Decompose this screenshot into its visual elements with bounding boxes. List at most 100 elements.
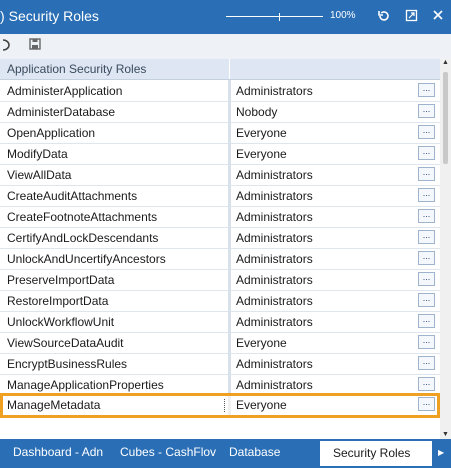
role-name: CreateFootnoteAttachments — [7, 210, 158, 224]
table-row[interactable]: CreateFootnoteAttachments Administrators.… — [0, 206, 440, 228]
role-value[interactable]: Administrators — [236, 210, 313, 224]
role-name: UnlockWorkflowUnit — [7, 315, 115, 329]
role-value[interactable]: Administrators — [236, 168, 313, 182]
restore-icon[interactable] — [403, 9, 419, 25]
role-value[interactable]: Everyone — [236, 398, 287, 412]
table-row[interactable]: ViewAllData Administrators... — [0, 164, 440, 186]
tab-bar: Security Roles Database Cubes - CashFlov Da… — [0, 439, 451, 468]
ellipsis-button[interactable]: ... — [418, 272, 435, 286]
role-name: CreateAuditAttachments — [7, 189, 138, 203]
tab-scroll-right-icon[interactable]: ▶ — [438, 448, 444, 457]
role-value[interactable]: Administrators — [236, 273, 313, 287]
role-value[interactable]: Nobody — [236, 105, 277, 119]
column-separator — [228, 311, 231, 332]
role-name: UnlockAndUncertifyAncestors — [7, 252, 166, 266]
role-name: PreserveImportData — [7, 273, 115, 287]
scroll-down-arrow-icon[interactable]: ▼ — [442, 431, 449, 438]
tab-3[interactable]: Security Roles — [320, 441, 432, 466]
role-value[interactable]: Administrators — [236, 252, 313, 266]
column-separator — [228, 101, 231, 122]
role-value[interactable]: Administrators — [236, 378, 313, 392]
table-row[interactable]: AdministerApplication Administrators... — [0, 80, 440, 102]
zoom-slider[interactable] — [226, 16, 323, 17]
role-name: OpenApplication — [7, 126, 96, 140]
ellipsis-button[interactable]: ... — [418, 83, 435, 97]
role-value[interactable]: Everyone — [236, 336, 287, 350]
table-row[interactable]: ViewSourceDataAudit Everyone... — [0, 332, 440, 354]
ellipsis-button[interactable]: ... — [418, 397, 435, 411]
vertical-scrollbar[interactable]: ▲ ▼ — [440, 59, 451, 439]
column-separator — [228, 353, 231, 374]
tab-2[interactable]: Database — [229, 445, 280, 459]
ellipsis-button[interactable]: ... — [418, 209, 435, 223]
role-name: ViewAllData — [7, 168, 72, 182]
table-row[interactable]: UnlockAndUncertifyAncestors Administrator… — [0, 248, 440, 270]
zoom-level: 100% — [330, 10, 356, 21]
role-name: CertifyAndLockDescendants — [7, 231, 159, 245]
ellipsis-button[interactable]: ... — [418, 125, 435, 139]
scroll-up-arrow-icon[interactable]: ▲ — [442, 59, 449, 66]
table-row-selected[interactable]: ManageMetadata Everyone... — [0, 393, 440, 418]
close-icon[interactable] — [430, 9, 446, 25]
role-value[interactable]: Administrators — [236, 294, 313, 308]
ellipsis-button[interactable]: ... — [418, 230, 435, 244]
ellipsis-button[interactable]: ... — [418, 251, 435, 265]
toolbar — [0, 34, 451, 60]
column-header-roles: Application Security Roles — [7, 62, 147, 76]
role-name: ManageMetadata — [7, 398, 101, 412]
role-value[interactable]: Everyone — [236, 126, 287, 140]
role-value[interactable]: Administrators — [236, 84, 313, 98]
column-separator — [228, 396, 231, 415]
ellipsis-button[interactable]: ... — [418, 335, 435, 349]
role-value[interactable]: Administrators — [236, 231, 313, 245]
column-separator — [228, 248, 231, 269]
table-row[interactable]: CreateAuditAttachments Administrators... — [0, 185, 440, 207]
ellipsis-button[interactable]: ... — [418, 314, 435, 328]
table-row[interactable]: ModifyData Everyone... — [0, 143, 440, 165]
role-name: ViewSourceDataAudit — [7, 336, 124, 350]
refresh-icon[interactable] — [376, 9, 392, 25]
ellipsis-button[interactable]: ... — [418, 188, 435, 202]
column-separator — [228, 269, 231, 290]
column-separator — [229, 59, 230, 79]
ellipsis-button[interactable]: ... — [418, 356, 435, 370]
table-row[interactable]: UnlockWorkflowUnit Administrators... — [0, 311, 440, 333]
column-separator — [228, 164, 231, 185]
ellipsis-button[interactable]: ... — [418, 293, 435, 307]
role-name: AdministerDatabase — [7, 105, 116, 119]
undo-icon[interactable] — [2, 38, 12, 55]
column-separator — [228, 122, 231, 143]
column-separator — [228, 143, 231, 164]
table-row[interactable]: RestoreImportData Administrators... — [0, 290, 440, 312]
column-separator — [228, 80, 231, 101]
role-name: AdministerApplication — [7, 84, 123, 98]
table-row[interactable]: CertifyAndLockDescendants Administrators.… — [0, 227, 440, 249]
role-name: ModifyData — [7, 147, 68, 161]
scrollbar-thumb[interactable] — [443, 72, 448, 164]
ellipsis-button[interactable]: ... — [418, 377, 435, 391]
table-row[interactable]: EncryptBusinessRules Administrators... — [0, 353, 440, 375]
role-name: EncryptBusinessRules — [7, 357, 128, 371]
column-resize-grip[interactable] — [224, 399, 227, 412]
title-bar: ) Security Roles 100% — [0, 0, 451, 34]
ellipsis-button[interactable]: ... — [418, 146, 435, 160]
table-row[interactable]: PreserveImportData Administrators... — [0, 269, 440, 291]
role-value[interactable]: Everyone — [236, 147, 287, 161]
save-icon[interactable] — [29, 38, 41, 53]
table-row[interactable]: AdministerDatabase Nobody... — [0, 101, 440, 123]
window-title: ) Security Roles — [0, 8, 99, 24]
role-value[interactable]: Administrators — [236, 315, 313, 329]
zoom-slider-thumb[interactable] — [279, 13, 280, 21]
column-separator — [228, 374, 231, 395]
column-separator — [228, 227, 231, 248]
tab-0[interactable]: Dashboard - Adn — [13, 445, 103, 459]
table-row[interactable]: OpenApplication Everyone... — [0, 122, 440, 144]
ellipsis-button[interactable]: ... — [418, 167, 435, 181]
role-value[interactable]: Administrators — [236, 189, 313, 203]
security-roles-grid: Application Security Roles AdministerApp… — [0, 59, 440, 439]
column-separator — [228, 290, 231, 311]
tab-1[interactable]: Cubes - CashFlov — [120, 445, 216, 459]
ellipsis-button[interactable]: ... — [418, 104, 435, 118]
column-separator — [228, 185, 231, 206]
role-value[interactable]: Administrators — [236, 357, 313, 371]
